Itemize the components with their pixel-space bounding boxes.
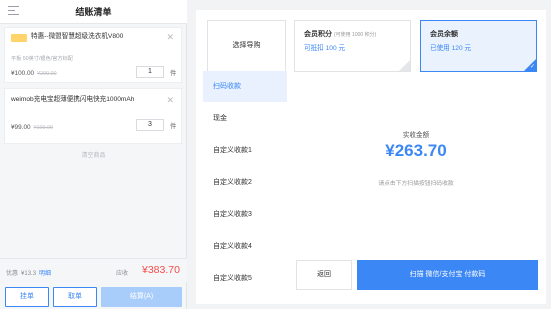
member-points-card[interactable]: 会员积分 (可使用 1000 积分) 可抵扣 100 元: [294, 20, 411, 72]
method-custom-2[interactable]: 自定义收款2: [203, 167, 287, 198]
back-button[interactable]: 返回: [296, 260, 352, 290]
amount-due-label: 应收: [116, 271, 129, 277]
method-custom-1[interactable]: 自定义收款1: [203, 135, 287, 166]
method-cash[interactable]: 现金: [203, 103, 287, 134]
retrieve-order-button[interactable]: 取单: [53, 287, 97, 307]
order-summary: 优惠 ¥13.3 明细 应收 ¥383.70: [0, 258, 187, 282]
points-available: (可使用 1000 积分): [334, 32, 377, 38]
price-value: ¥100.00: [11, 70, 35, 77]
balance-used: 已使用 120 元: [430, 45, 472, 52]
checkout-list-panel: 结账清单 特惠--微盟智慧超级洗衣机V800 ✕ 平板 50英寸/银色/官方标配…: [0, 0, 187, 309]
item-price: ¥100.00 ¥200.00: [11, 70, 57, 77]
discount-detail-link[interactable]: 明细: [39, 271, 51, 277]
method-custom-4[interactable]: 自定义收款4: [203, 231, 287, 262]
page-title: 结账清单: [75, 7, 112, 17]
item-name: weimob充电宝超薄便携闪电快充1000mAh: [11, 96, 135, 103]
promo-tag: [11, 34, 27, 42]
method-custom-3[interactable]: 自定义收款3: [203, 199, 287, 230]
discount-info: 优惠 ¥13.3 明细: [6, 268, 51, 277]
cart-item[interactable]: 特惠--微盟智慧超级洗衣机V800 ✕ 平板 50英寸/银色/官方标配 ¥100…: [4, 27, 182, 83]
amount-due-value: ¥383.70: [142, 264, 180, 276]
clear-items-link[interactable]: 清空商品: [0, 150, 187, 159]
original-price: ¥100.00: [33, 125, 54, 131]
settle-button[interactable]: 结算(A): [101, 287, 182, 307]
hold-order-button[interactable]: 挂单: [5, 287, 49, 307]
original-price: ¥200.00: [37, 71, 57, 77]
check-icon: ✓: [529, 64, 535, 70]
method-scan-pay[interactable]: 扫码收款: [203, 71, 287, 102]
payment-panel: 选择导购 会员积分 (可使用 1000 积分) 可抵扣 100 元 会员余额 已使…: [196, 10, 546, 304]
balance-title: 会员余额: [430, 31, 458, 38]
member-balance-card[interactable]: 会员余额 已使用 120 元 ✓: [420, 20, 537, 72]
quantity-field[interactable]: 1: [136, 66, 164, 78]
quantity-unit: 件: [170, 123, 177, 130]
points-title: 会员积分 (可使用 1000 积分): [304, 29, 376, 39]
scan-pay-button[interactable]: 扫描 微信/支付宝 付款码: [357, 260, 538, 290]
quantity-field[interactable]: 3: [136, 119, 164, 131]
price-value: ¥99.00: [11, 124, 31, 131]
points-deduction: 可抵扣 100 元: [304, 45, 346, 52]
quantity-unit: 件: [170, 70, 177, 77]
cart-item[interactable]: weimob充电宝超薄便携闪电快充1000mAh ✕ ¥99.00 ¥100.00…: [4, 88, 182, 144]
scan-hint: 请点击下方扫描按钮扫码收款: [378, 181, 454, 187]
unselected-corner-icon: [399, 60, 410, 71]
received-amount-label: 实收金额: [402, 132, 430, 139]
select-guide-button[interactable]: 选择导购: [207, 20, 286, 72]
discount-value: ¥13.3: [21, 271, 37, 277]
item-price: ¥99.00 ¥100.00: [11, 124, 53, 131]
method-custom-5[interactable]: 自定义收款5: [203, 263, 287, 294]
points-title-text: 会员积分: [304, 31, 332, 38]
received-amount: ¥263.70: [385, 141, 447, 160]
close-icon[interactable]: ✕: [166, 96, 174, 105]
item-spec: 平板 50英寸/银色/官方标配: [11, 56, 73, 62]
checkout-header: 结账清单: [0, 0, 187, 24]
discount-label: 优惠: [6, 271, 19, 277]
close-icon[interactable]: ✕: [166, 33, 174, 42]
item-name: 特惠--微盟智慧超级洗衣机V800: [31, 33, 124, 40]
